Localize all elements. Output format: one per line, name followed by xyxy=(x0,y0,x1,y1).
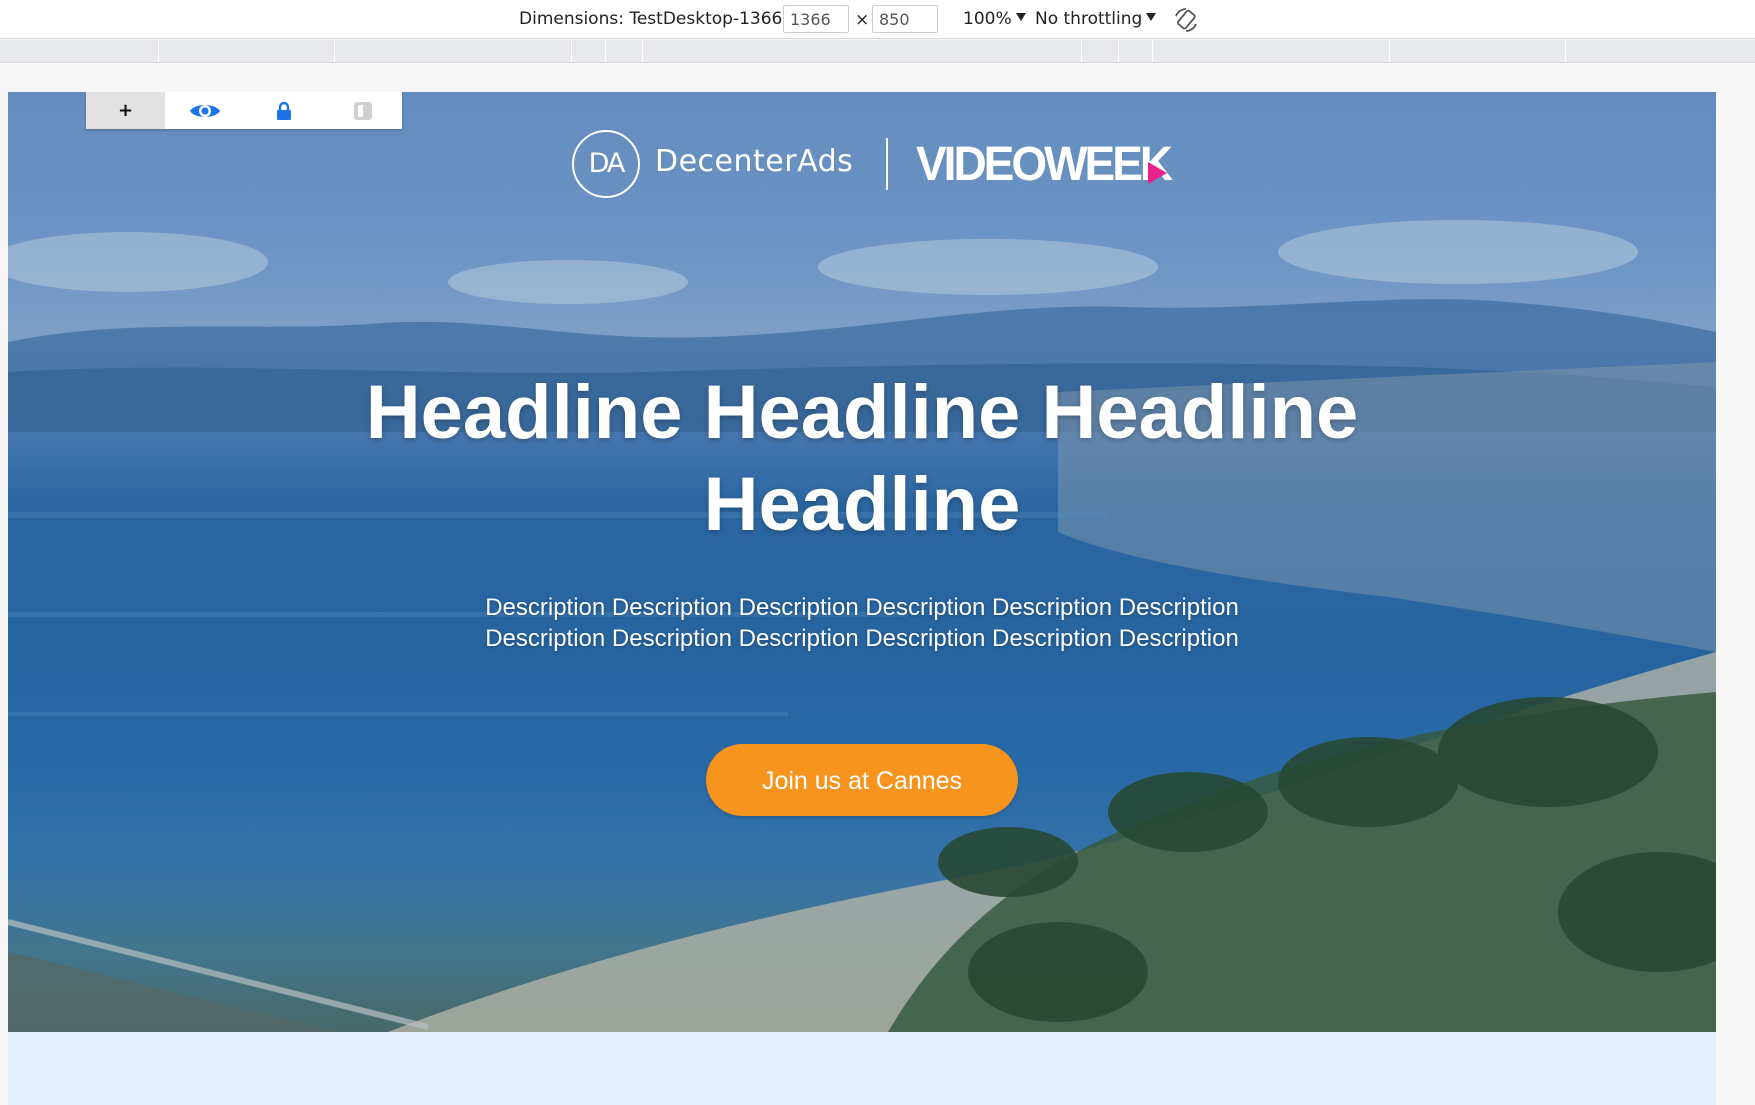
zoom-label: 100% xyxy=(963,9,1012,29)
play-icon xyxy=(1148,162,1167,184)
media-query-segment[interactable] xyxy=(1389,40,1565,62)
height-input[interactable] xyxy=(872,5,938,33)
lock-button[interactable] xyxy=(244,92,323,129)
throttling-dropdown[interactable]: No throttling xyxy=(1035,9,1157,29)
media-query-segment[interactable] xyxy=(605,40,642,62)
width-input[interactable] xyxy=(783,5,849,33)
preview-button[interactable] xyxy=(165,92,244,129)
hero-section: DA DecenterAds VIDEOWEEK Headline Headli… xyxy=(8,92,1716,1032)
throttling-label: No throttling xyxy=(1035,9,1143,29)
videoweek-logo-text: VIDEOWEEK xyxy=(916,135,1173,191)
decenterads-logo-mark: DA xyxy=(572,130,640,198)
zoom-dropdown[interactable]: 100% xyxy=(963,9,1026,29)
toggle-visibility-icon xyxy=(353,101,372,120)
media-query-segment[interactable] xyxy=(1565,40,1755,62)
chevron-down-icon xyxy=(1146,13,1157,21)
chevron-down-icon xyxy=(1015,13,1026,21)
element-edit-toolbar: + xyxy=(86,92,402,129)
dimensions-label: Dimensions: TestDesktop-1366 xyxy=(519,9,783,29)
hero-headline: Headline Headline Headline Headline xyxy=(365,370,1359,547)
eye-icon xyxy=(189,104,220,117)
toggle-visibility-button[interactable] xyxy=(323,92,402,129)
plus-icon: + xyxy=(117,100,134,121)
add-element-button[interactable]: + xyxy=(86,92,165,129)
decenterads-logo-text: DecenterAds xyxy=(655,144,854,179)
times-sign: × xyxy=(855,10,870,30)
dimensions-dropdown[interactable]: Dimensions: TestDesktop-1366 xyxy=(519,9,797,29)
rotate-icon[interactable] xyxy=(1172,6,1200,34)
media-query-segment[interactable] xyxy=(1118,40,1152,62)
media-query-segment[interactable] xyxy=(158,40,334,62)
media-query-bar xyxy=(0,40,1755,63)
media-query-segment[interactable] xyxy=(1152,40,1389,62)
media-query-segment[interactable] xyxy=(642,40,1081,62)
hero-description: Description Description Description Desc… xyxy=(485,594,1239,652)
lock-icon xyxy=(276,101,291,120)
join-us-cta-button[interactable]: Join us at Cannes xyxy=(706,744,1018,816)
headline-wrapper: Headline Headline Headline Headline xyxy=(8,367,1716,551)
logo-divider xyxy=(886,138,888,190)
page-viewport: DA DecenterAds VIDEOWEEK Headline Headli… xyxy=(8,92,1716,1105)
description-wrapper: Description Description Description Desc… xyxy=(8,592,1716,654)
media-query-segment[interactable] xyxy=(334,40,571,62)
media-query-segment[interactable] xyxy=(571,40,605,62)
hero-overlay xyxy=(8,92,1716,1032)
logo-row: DA DecenterAds VIDEOWEEK xyxy=(8,130,1716,204)
device-toolbar: Dimensions: TestDesktop-1366 × 100% No t… xyxy=(0,0,1755,39)
media-query-segment[interactable] xyxy=(1081,40,1118,62)
